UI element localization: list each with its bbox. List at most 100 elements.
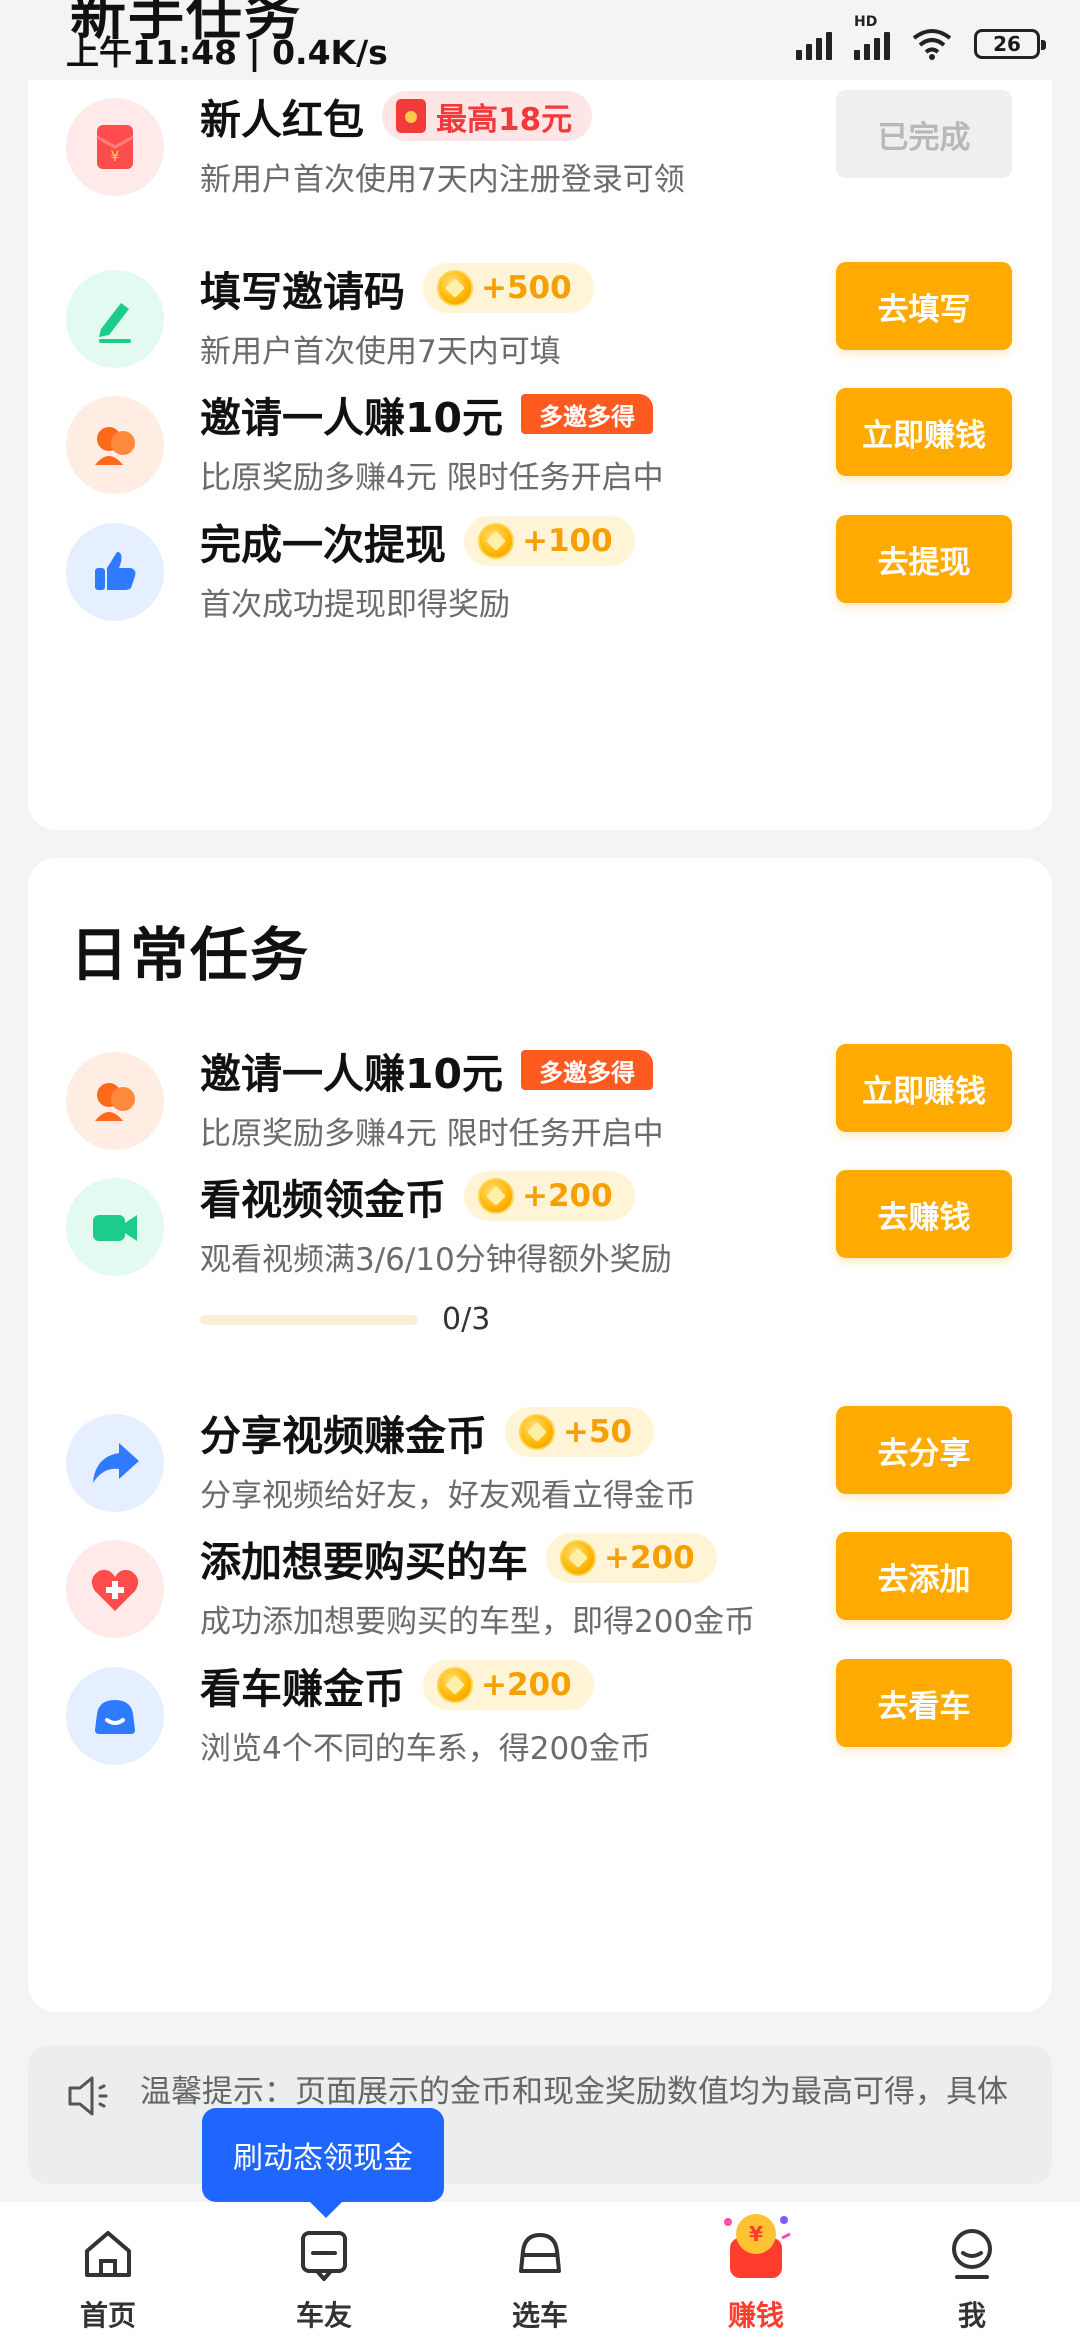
task-title: 邀请一人赚10元 bbox=[200, 394, 504, 442]
chat-icon bbox=[292, 2222, 356, 2286]
view-car-button[interactable]: 去看车 bbox=[836, 1659, 1012, 1747]
speaker-icon bbox=[68, 2076, 108, 2116]
status-icons: HD 26 bbox=[796, 14, 1046, 60]
share-button[interactable]: 去分享 bbox=[836, 1406, 1012, 1494]
promo-tag: 多邀多得 bbox=[521, 394, 654, 434]
nav-label: 赚钱 bbox=[727, 2299, 784, 2332]
status-time: 上午11:48 | 0.4K/s bbox=[66, 33, 388, 72]
fill-invite-button[interactable]: 去填写 bbox=[836, 262, 1012, 350]
add-car-button[interactable]: 去添加 bbox=[836, 1532, 1012, 1620]
nav-profile[interactable]: 我 bbox=[864, 2202, 1080, 2340]
svg-text:¥: ¥ bbox=[111, 149, 120, 165]
daily-tasks-card: 日常任务 邀请一人赚10元 多邀多得 比原奖励多赚4元 限时任务开启中 立即赚钱… bbox=[28, 858, 1052, 2012]
coin-reward-badge: +500 bbox=[423, 263, 594, 313]
progress-track bbox=[200, 1314, 418, 1325]
coin-icon bbox=[437, 270, 473, 306]
task-done-button[interactable]: 已完成 bbox=[836, 90, 1012, 178]
nav-choose-car[interactable]: 选车 bbox=[432, 2202, 648, 2340]
task-title-row: 邀请一人赚10元 多邀多得 bbox=[200, 384, 654, 444]
withdraw-button[interactable]: 去提现 bbox=[836, 515, 1012, 603]
task-desc: 比原奖励多赚4元 限时任务开启中 bbox=[200, 460, 664, 496]
watch-earn-button[interactable]: 去赚钱 bbox=[836, 1170, 1012, 1258]
red-envelope-icon: ¥ bbox=[66, 98, 164, 196]
cell-signal-icon bbox=[796, 28, 832, 60]
nav-label: 首页 bbox=[79, 2299, 136, 2332]
red-envelope-small-icon bbox=[396, 99, 426, 133]
svg-text:¥: ¥ bbox=[749, 2222, 763, 2246]
home-icon bbox=[76, 2222, 140, 2286]
nav-community[interactable]: 车友 bbox=[216, 2202, 432, 2340]
task-desc: 新用户首次使用7天内可填 bbox=[200, 334, 561, 370]
hd-label: HD bbox=[854, 14, 878, 30]
video-progress: 0/3 bbox=[200, 1302, 490, 1337]
earn-money-icon: ¥ bbox=[716, 2208, 796, 2286]
task-title: 分享视频赚金币 bbox=[200, 1412, 487, 1460]
coin-reward-badge: +200 bbox=[464, 1171, 635, 1221]
reward-amount: 最高18元 bbox=[436, 101, 573, 138]
coin-reward-badge: +100 bbox=[464, 516, 635, 566]
task-title: 新人红包 bbox=[200, 96, 364, 144]
task-title: 完成一次提现 bbox=[200, 521, 446, 569]
task-title-row: 完成一次提现 +100 bbox=[200, 511, 635, 571]
coin-icon bbox=[519, 1414, 555, 1450]
task-title-row: 新人红包 最高18元 bbox=[200, 86, 593, 146]
reward-amount: +500 bbox=[481, 270, 572, 306]
task-title-row: 看视频领金币 +200 bbox=[200, 1166, 635, 1226]
coin-icon bbox=[560, 1540, 596, 1576]
task-title-row: 看车赚金币 +200 bbox=[200, 1655, 594, 1715]
reward-badge: 最高18元 bbox=[382, 91, 593, 141]
coin-reward-badge: +50 bbox=[505, 1407, 655, 1457]
task-title-row: 添加想要购买的车 +200 bbox=[200, 1528, 717, 1588]
video-camera-icon bbox=[66, 1178, 164, 1276]
task-desc: 新用户首次使用7天内注册登录可领 bbox=[200, 162, 685, 198]
task-title: 邀请一人赚10元 bbox=[200, 1050, 504, 1098]
daily-tasks-title: 日常任务 bbox=[70, 921, 311, 989]
reward-amount: +100 bbox=[522, 523, 613, 559]
task-title-row: 填写邀请码 +500 bbox=[200, 258, 594, 318]
nav-label: 车友 bbox=[295, 2299, 352, 2332]
coin-icon bbox=[437, 1667, 473, 1703]
heart-plus-icon bbox=[66, 1540, 164, 1638]
community-tooltip[interactable]: 刷动态领现金 bbox=[202, 2108, 444, 2218]
task-first-withdraw: 完成一次提现 +100 首次成功提现即得奖励 去提现 bbox=[28, 501, 1052, 661]
invite-people-icon bbox=[66, 396, 164, 494]
warm-tip-box: 温馨提示：页面展示的金币和现金奖励数值均为最高可得，具体 bbox=[28, 2046, 1052, 2184]
reward-amount: +200 bbox=[604, 1540, 695, 1576]
earn-now-button[interactable]: 立即赚钱 bbox=[836, 1044, 1012, 1132]
task-new-user-redpacket: ¥ 新人红包 最高18元 新用户首次使用7天内注册登录可领 已完成 bbox=[28, 76, 1052, 236]
task-title-row: 分享视频赚金币 +50 bbox=[200, 1402, 655, 1462]
reward-amount: +200 bbox=[522, 1178, 613, 1214]
thumbs-up-icon bbox=[66, 523, 164, 621]
task-desc: 浏览4个不同的车系，得200金币 bbox=[200, 1731, 651, 1767]
reward-amount: +200 bbox=[481, 1667, 572, 1703]
nav-label: 选车 bbox=[511, 2299, 568, 2332]
nav-label: 我 bbox=[957, 2299, 986, 2332]
task-title: 填写邀请码 bbox=[200, 268, 405, 316]
car-face-icon bbox=[66, 1667, 164, 1765]
task-title: 看视频领金币 bbox=[200, 1176, 446, 1224]
task-desc: 首次成功提现即得奖励 bbox=[200, 587, 510, 623]
reward-amount: +50 bbox=[563, 1414, 633, 1450]
status-bar: 新手任务 上午11:48 | 0.4K/s HD 26 bbox=[0, 0, 1080, 80]
wifi-icon bbox=[912, 29, 952, 60]
nav-home[interactable]: 首页 bbox=[0, 2202, 216, 2340]
task-watch-video: 看视频领金币 +200 观看视频满3/6/10分钟得额外奖励 0/3 去赚钱 bbox=[28, 1156, 1052, 1376]
hd-signal-icon: HD bbox=[854, 14, 890, 60]
task-desc: 观看视频满3/6/10分钟得额外奖励 bbox=[200, 1242, 672, 1278]
invite-people-icon bbox=[66, 1052, 164, 1150]
task-title-row: 邀请一人赚10元 多邀多得 bbox=[200, 1040, 654, 1100]
task-title: 看车赚金币 bbox=[200, 1665, 405, 1713]
progress-label: 0/3 bbox=[442, 1302, 491, 1337]
earn-now-button[interactable]: 立即赚钱 bbox=[836, 388, 1012, 476]
pencil-icon bbox=[66, 270, 164, 368]
task-desc: 分享视频给好友，好友观看立得金币 bbox=[200, 1478, 696, 1514]
share-arrow-icon bbox=[66, 1414, 164, 1512]
nav-earn-money[interactable]: ¥ 赚钱 bbox=[648, 2202, 864, 2340]
promo-tag: 多邀多得 bbox=[521, 1050, 654, 1090]
battery-icon: 26 bbox=[974, 29, 1046, 59]
coin-reward-badge: +200 bbox=[423, 1660, 594, 1710]
task-desc: 比原奖励多赚4元 限时任务开启中 bbox=[200, 1116, 664, 1152]
car-icon bbox=[508, 2222, 572, 2286]
task-view-car: 看车赚金币 +200 浏览4个不同的车系，得200金币 去看车 bbox=[28, 1645, 1052, 1805]
coin-icon bbox=[478, 1178, 514, 1214]
